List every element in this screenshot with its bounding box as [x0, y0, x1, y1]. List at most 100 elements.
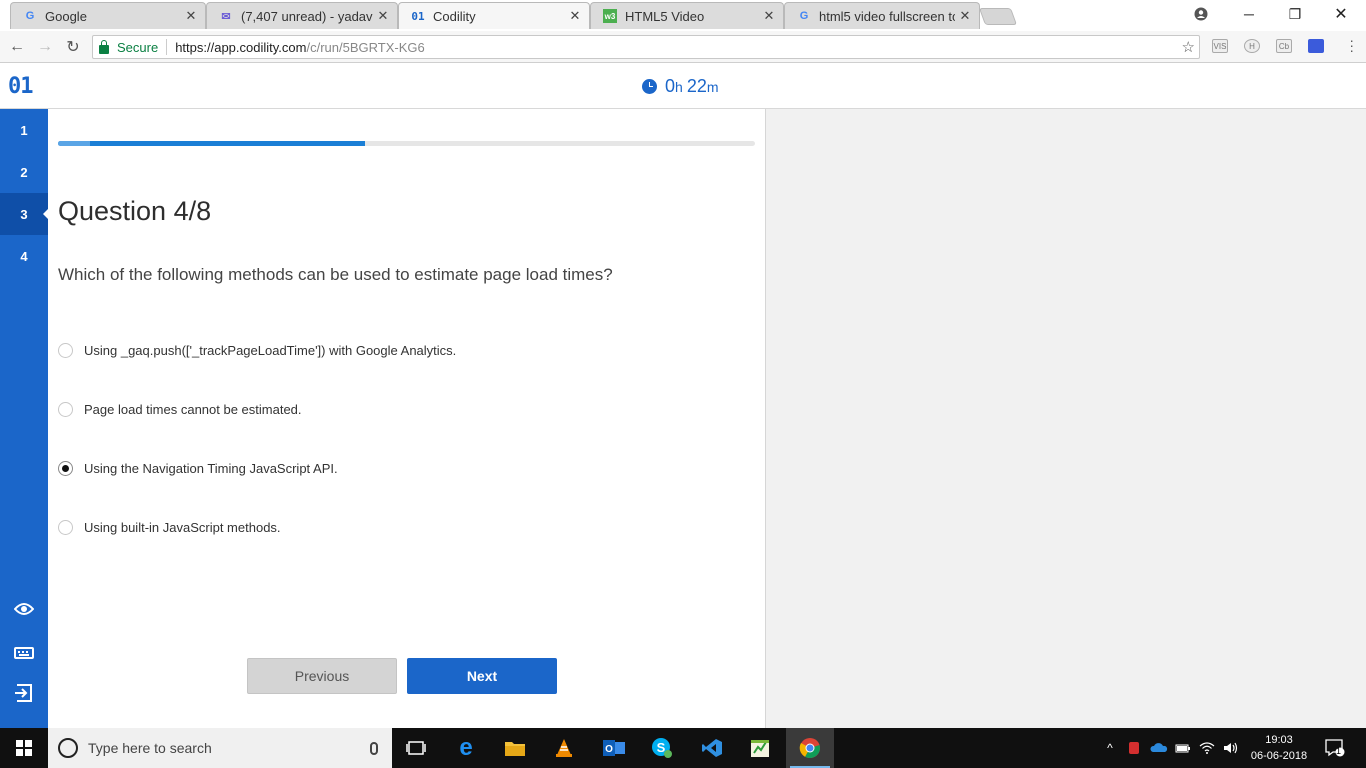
- vlc-icon[interactable]: [540, 728, 588, 768]
- notification-icon[interactable]: 1: [1320, 728, 1350, 768]
- progress-fill: [58, 141, 365, 146]
- timer-minutes: 22: [686, 76, 707, 96]
- outlook-icon[interactable]: O: [590, 728, 638, 768]
- answer-option-3[interactable]: Using the Navigation Timing JavaScript A…: [58, 461, 338, 476]
- antivirus-icon[interactable]: [1124, 728, 1144, 768]
- answer-option-label: Using the Navigation Timing JavaScript A…: [84, 461, 338, 476]
- close-tab-icon[interactable]: ✕: [959, 8, 971, 24]
- mail-icon: ✉: [221, 10, 231, 23]
- file-explorer-icon[interactable]: [491, 728, 539, 768]
- browser-tab-codility[interactable]: 01 Codility ✕: [398, 2, 590, 29]
- question-nav-3[interactable]: 3: [0, 193, 49, 235]
- w3schools-icon: w3: [603, 9, 617, 23]
- progress-bar: [58, 141, 755, 146]
- browser-tab-search[interactable]: G html5 video fullscreen to ✕: [784, 2, 980, 29]
- new-tab-button[interactable]: [978, 8, 1018, 25]
- extension-cb-icon[interactable]: Cb: [1276, 39, 1292, 53]
- radio-button[interactable]: [58, 520, 73, 535]
- onedrive-icon[interactable]: [1148, 728, 1170, 768]
- answer-option-label: Page load times cannot be estimated.: [84, 402, 302, 417]
- tab-title: HTML5 Video: [625, 8, 705, 24]
- codility-icon: 01: [411, 9, 425, 23]
- tray-overflow-icon[interactable]: ^: [1100, 728, 1120, 768]
- forward-icon[interactable]: →: [34, 36, 56, 58]
- close-tab-icon[interactable]: ✕: [185, 8, 197, 24]
- radio-button-selected[interactable]: [58, 461, 73, 476]
- profile-icon[interactable]: [1178, 0, 1224, 28]
- bookmark-star-icon[interactable]: ☆: [1182, 38, 1195, 56]
- browser-tab-strip: G Google ✕ ✉ (7,407 unread) - yadavha ✕ …: [0, 0, 1366, 31]
- skype-icon[interactable]: S: [638, 728, 686, 768]
- answer-option-label: Using _gaq.push(['_trackPageLoadTime']) …: [84, 343, 457, 358]
- close-window-icon[interactable]: ✕: [1318, 0, 1364, 28]
- answer-option-4[interactable]: Using built-in JavaScript methods.: [58, 520, 281, 535]
- spreadsheet-app-icon[interactable]: [736, 728, 784, 768]
- question-nav-2[interactable]: 2: [0, 151, 48, 193]
- tab-title: Codility: [433, 8, 476, 24]
- browser-menu-icon[interactable]: · · ·: [1349, 33, 1354, 57]
- system-clock[interactable]: 19:03 06-06-2018: [1244, 732, 1314, 764]
- question-nav-4[interactable]: 4: [0, 235, 48, 277]
- back-icon[interactable]: ←: [6, 36, 28, 58]
- restore-icon[interactable]: ❐: [1272, 0, 1318, 28]
- edge-icon[interactable]: e: [442, 728, 490, 768]
- extension-vis-icon[interactable]: VIS: [1212, 39, 1228, 53]
- tab-title: Google: [45, 8, 87, 24]
- question-text: Which of the following methods can be us…: [58, 265, 613, 284]
- question-nav-1[interactable]: 1: [0, 109, 48, 151]
- radio-button[interactable]: [58, 343, 73, 358]
- volume-icon[interactable]: [1220, 728, 1242, 768]
- close-tab-icon[interactable]: ✕: [569, 8, 581, 24]
- close-tab-icon[interactable]: ✕: [377, 8, 389, 24]
- svg-text:O: O: [605, 744, 613, 755]
- tab-title: (7,407 unread) - yadavha: [241, 8, 373, 24]
- answer-option-2[interactable]: Page load times cannot be estimated.: [58, 402, 302, 417]
- answer-option-1[interactable]: Using _gaq.push(['_trackPageLoadTime']) …: [58, 343, 456, 358]
- tab-title: html5 video fullscreen to: [819, 8, 955, 24]
- codility-logo: 01: [8, 74, 33, 99]
- task-view-icon[interactable]: [392, 728, 440, 768]
- browser-tab-mail[interactable]: ✉ (7,407 unread) - yadavha ✕: [206, 2, 398, 29]
- timer-hours: 0: [665, 76, 676, 96]
- battery-icon[interactable]: [1172, 728, 1194, 768]
- windows-taskbar: Type here to search e O S ^ 19:03 06-06-…: [0, 728, 1366, 768]
- notification-count: 1: [1336, 746, 1342, 756]
- eye-icon[interactable]: [13, 598, 35, 620]
- close-tab-icon[interactable]: ✕: [763, 8, 775, 24]
- question-title: Question 4/8: [58, 196, 212, 226]
- keyboard-icon[interactable]: [13, 641, 35, 663]
- address-bar[interactable]: Secure https://app.codility.com /c/run/5…: [92, 35, 1200, 59]
- visual-studio-icon[interactable]: [688, 728, 736, 768]
- wifi-icon[interactable]: [1196, 728, 1218, 768]
- question-rail: 1 2 3 4: [0, 109, 49, 728]
- question-panel: Question 4/8 Which of the following meth…: [48, 109, 765, 728]
- clock-icon: [642, 79, 657, 94]
- previous-button[interactable]: Previous: [247, 658, 397, 694]
- exit-icon[interactable]: [13, 682, 35, 704]
- clock-date: 06-06-2018: [1250, 750, 1308, 762]
- answer-option-label: Using built-in JavaScript methods.: [84, 520, 281, 535]
- cortana-icon: [58, 738, 78, 758]
- browser-tab-html5-video[interactable]: w3 HTML5 Video ✕: [590, 2, 784, 29]
- app-header: 01 0 h 22 m: [0, 63, 1366, 109]
- extension-blue-icon[interactable]: [1308, 39, 1324, 53]
- windows-logo-icon: [16, 740, 32, 756]
- timer: 0 h 22 m: [642, 76, 723, 97]
- url-host: https://app.codility.com: [175, 39, 307, 55]
- taskbar-search[interactable]: Type here to search: [48, 728, 392, 768]
- progress-head: [58, 141, 90, 146]
- next-button[interactable]: Next: [407, 658, 557, 694]
- right-empty-pane: [765, 109, 1366, 728]
- browser-toolbar: ← → ↻ Secure https://app.codility.com /c…: [0, 31, 1366, 63]
- extension-h-icon[interactable]: H: [1244, 39, 1260, 53]
- reload-icon[interactable]: ↻: [62, 36, 84, 58]
- google-icon: G: [799, 10, 809, 22]
- microphone-icon[interactable]: [370, 741, 378, 755]
- start-button[interactable]: [0, 728, 48, 768]
- browser-tab-google[interactable]: G Google ✕: [10, 2, 206, 29]
- minimize-icon[interactable]: ─: [1226, 0, 1272, 28]
- lock-icon: [99, 39, 109, 54]
- radio-button[interactable]: [58, 402, 73, 417]
- chrome-icon[interactable]: [786, 728, 834, 768]
- secure-label: Secure: [117, 39, 159, 55]
